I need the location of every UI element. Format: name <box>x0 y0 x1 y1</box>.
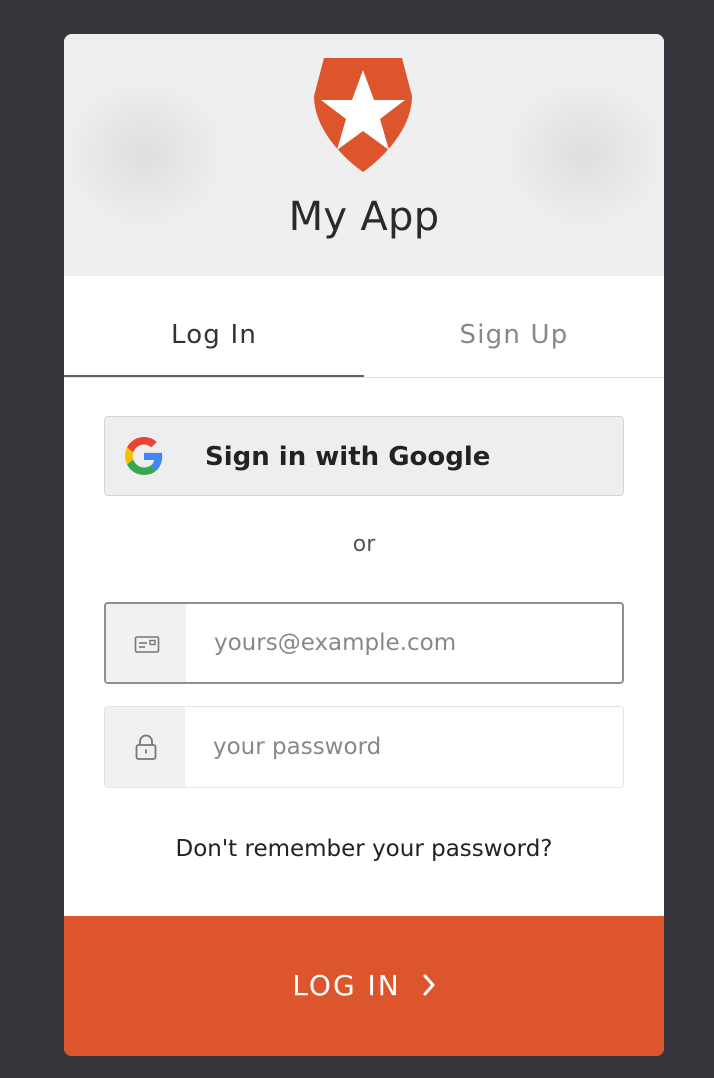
email-icon-box <box>106 604 186 682</box>
google-signin-label: Sign in with Google <box>205 442 491 472</box>
envelope-icon <box>134 636 160 653</box>
auth-tabs: Log In Sign Up <box>64 276 664 378</box>
tab-login[interactable]: Log In <box>64 276 364 377</box>
login-header: My App <box>64 34 664 276</box>
or-divider: or <box>352 532 376 557</box>
login-submit-content: LOG IN <box>64 916 664 1056</box>
email-field <box>104 602 624 684</box>
forgot-password-link[interactable]: Don't remember your password? <box>64 836 664 862</box>
lock-icon <box>135 734 157 760</box>
login-card: My App Log In Sign Up Sign in with Googl… <box>64 34 664 1056</box>
google-signin-button[interactable]: Sign in with Google <box>104 416 624 496</box>
google-g-icon <box>125 437 163 475</box>
chevron-right-icon <box>423 974 435 996</box>
password-field <box>104 706 624 788</box>
shield-star-icon <box>314 58 412 172</box>
tab-signup[interactable]: Sign Up <box>364 276 664 377</box>
email-input[interactable] <box>186 604 622 682</box>
app-title: My App <box>288 194 440 240</box>
password-icon-box <box>105 707 185 787</box>
password-input[interactable] <box>185 707 623 787</box>
login-submit-button[interactable]: LOG IN <box>64 916 664 1056</box>
login-submit-label: LOG IN <box>292 969 401 1002</box>
